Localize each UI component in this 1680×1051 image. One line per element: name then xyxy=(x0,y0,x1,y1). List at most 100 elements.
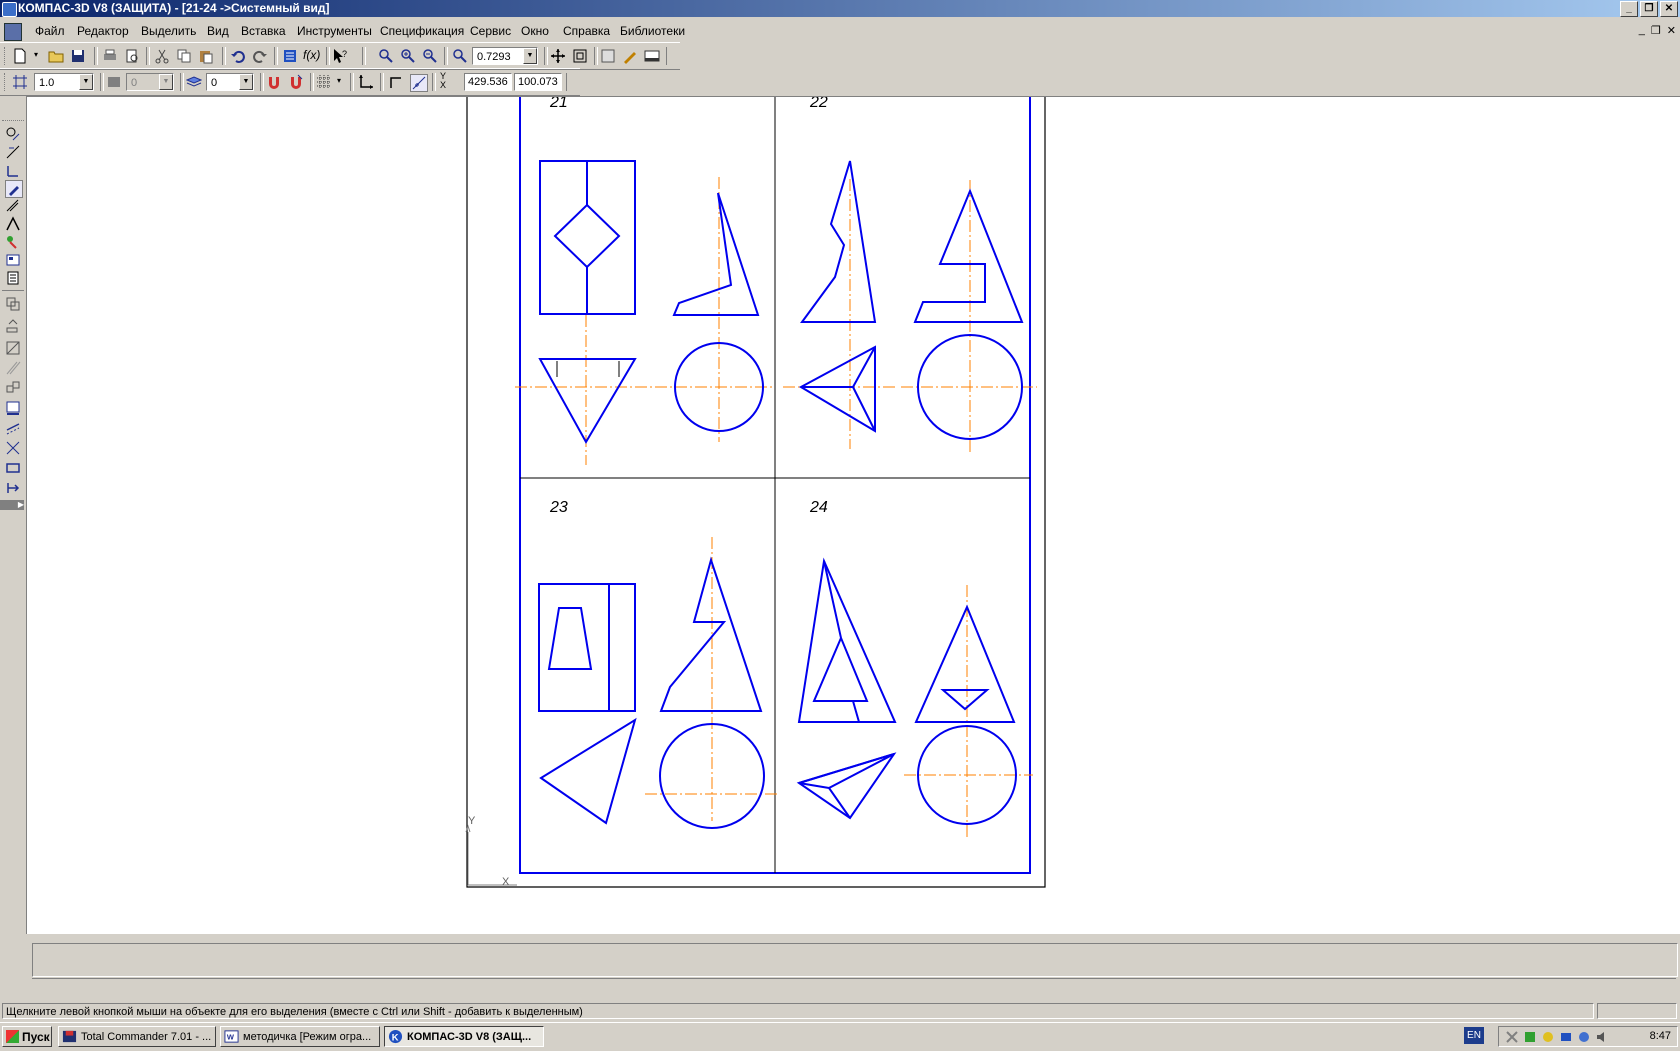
state-combo[interactable]: 0 ▼ xyxy=(126,73,174,91)
coord-y-field[interactable]: 100.073 xyxy=(514,73,562,91)
task-word-document[interactable]: Wметодичка [Режим огра... xyxy=(220,1026,380,1047)
new-document-icon[interactable] xyxy=(12,48,28,64)
expand-arrow-icon[interactable]: ▶ xyxy=(0,500,24,510)
new-dropdown-icon[interactable]: ▾ xyxy=(34,50,38,59)
menu-service[interactable]: Сервис xyxy=(470,24,511,38)
tool-icon-10[interactable] xyxy=(5,480,21,496)
paste-icon[interactable] xyxy=(198,48,214,64)
cut-icon[interactable] xyxy=(154,48,170,64)
origin-marker xyxy=(465,824,517,886)
task-kompas[interactable]: K КОМПАС-3D V8 (ЗАЩ... xyxy=(384,1026,544,1047)
help-pointer-icon[interactable]: ? xyxy=(332,48,348,64)
designations-icon[interactable] xyxy=(5,162,21,178)
update-tray-icon[interactable] xyxy=(1559,1030,1573,1044)
drawing-sheet[interactable]: 21 22 23 24 Y X xyxy=(27,97,1680,935)
origin-y-label: Y xyxy=(468,815,476,827)
drawing-canvas[interactable]: 21 22 23 24 Y X xyxy=(26,96,1680,935)
tool-icon-5[interactable] xyxy=(5,380,21,396)
tool-icon-8[interactable] xyxy=(5,440,21,456)
close-button[interactable]: ✕ xyxy=(1660,1,1678,17)
editing-icon[interactable] xyxy=(5,180,23,198)
local-snap-icon[interactable] xyxy=(288,74,304,90)
ortho-icon[interactable] xyxy=(388,74,404,90)
zoom-scale-combo[interactable]: 0.7293 ▼ xyxy=(472,47,538,65)
minimize-button[interactable]: _ xyxy=(1620,1,1638,17)
zoom-scale-icon[interactable] xyxy=(452,48,468,64)
restore-button[interactable]: ❐ xyxy=(1640,1,1658,17)
layers-icon[interactable] xyxy=(186,74,202,90)
chevron-down-icon[interactable]: ▼ xyxy=(159,74,173,90)
menu-help[interactable]: Справка xyxy=(563,24,610,38)
tool-icon-9[interactable] xyxy=(5,460,21,476)
grid-step-icon[interactable] xyxy=(12,74,28,90)
coord-x-field[interactable]: 429.536 xyxy=(464,73,512,91)
document-menu-icon[interactable] xyxy=(4,23,22,41)
dimensions-icon[interactable] xyxy=(5,144,21,160)
start-button[interactable]: Пуск xyxy=(2,1026,52,1047)
save-icon[interactable] xyxy=(70,48,86,64)
menu-select[interactable]: Выделить xyxy=(141,24,196,38)
pan-icon[interactable] xyxy=(550,48,566,64)
tool-icon-1[interactable] xyxy=(5,296,21,312)
doc-minimize-button[interactable]: _ xyxy=(1639,24,1645,37)
menu-specification[interactable]: Спецификация xyxy=(380,24,464,38)
local-cs-icon[interactable] xyxy=(358,74,374,90)
network-tray-icon[interactable] xyxy=(1505,1030,1519,1044)
tool-icon-2[interactable] xyxy=(5,318,21,334)
redo-icon[interactable] xyxy=(252,48,268,64)
print-icon[interactable] xyxy=(102,48,118,64)
task-total-commander[interactable]: Total Commander 7.01 - ... xyxy=(58,1026,216,1047)
tool-icon-7[interactable] xyxy=(5,420,21,436)
grid-icon[interactable] xyxy=(316,74,332,90)
doc-restore-button[interactable]: ❐ xyxy=(1651,24,1661,37)
menu-file[interactable]: Файл xyxy=(35,24,65,38)
fit-all-icon[interactable] xyxy=(572,48,588,64)
line-scale-combo[interactable]: 1.0 ▼ xyxy=(34,73,94,91)
sheet-outer-frame xyxy=(466,97,1046,888)
chevron-down-icon[interactable]: ▼ xyxy=(79,74,93,90)
print-preview-icon[interactable] xyxy=(124,48,140,64)
zoom-window-icon[interactable] xyxy=(378,48,394,64)
chevron-down-icon[interactable]: ▼ xyxy=(523,48,537,64)
copy-icon[interactable] xyxy=(176,48,192,64)
tool-icon-4[interactable] xyxy=(5,360,21,376)
chevron-down-icon[interactable]: ▼ xyxy=(239,74,253,90)
associative-views-icon[interactable] xyxy=(5,252,21,268)
undo-icon[interactable] xyxy=(230,48,246,64)
tool-icon-6[interactable] xyxy=(5,400,21,416)
layer-state-icon[interactable] xyxy=(106,74,122,90)
zoom-out-icon[interactable] xyxy=(422,48,438,64)
menu-insert[interactable]: Вставка xyxy=(241,24,286,38)
panel-icon[interactable] xyxy=(644,48,660,64)
refresh-icon[interactable] xyxy=(600,48,616,64)
app-tray-icon[interactable] xyxy=(1577,1030,1591,1044)
menu-view[interactable]: Вид xyxy=(207,24,229,38)
layer-combo[interactable]: 0 ▼ xyxy=(206,73,254,91)
manager-icon[interactable] xyxy=(282,48,298,64)
menu-libraries[interactable]: Библиотеки xyxy=(620,24,685,38)
measure-icon[interactable] xyxy=(5,216,21,232)
toolbar-grip[interactable] xyxy=(4,73,8,91)
volume-tray-icon[interactable] xyxy=(1595,1030,1609,1044)
snap-magnet-icon[interactable] xyxy=(266,74,282,90)
security-tray-icon[interactable] xyxy=(1523,1030,1537,1044)
spec-icon[interactable] xyxy=(5,270,21,286)
properties-icon[interactable] xyxy=(622,48,638,64)
antivirus-tray-icon[interactable] xyxy=(1541,1030,1555,1044)
cell-24-number: 24 xyxy=(809,499,828,516)
tool-icon-3[interactable] xyxy=(5,340,21,356)
parametrization-icon[interactable] xyxy=(5,198,21,214)
zoom-in-icon[interactable] xyxy=(400,48,416,64)
select-icon[interactable] xyxy=(5,234,21,250)
open-folder-icon[interactable] xyxy=(48,48,64,64)
round-icon[interactable] xyxy=(410,74,428,92)
menu-editor[interactable]: Редактор xyxy=(77,24,129,38)
doc-close-button[interactable]: ✕ xyxy=(1667,24,1676,37)
menu-window[interactable]: Окно xyxy=(521,24,549,38)
toolbar-grip[interactable] xyxy=(4,47,8,65)
geometry-icon[interactable] xyxy=(5,126,21,142)
grid-dropdown-icon[interactable]: ▾ xyxy=(337,76,341,85)
language-indicator[interactable]: EN xyxy=(1464,1027,1484,1044)
function-fx-icon[interactable]: f(x) xyxy=(303,48,323,64)
menu-tools[interactable]: Инструменты xyxy=(297,24,372,38)
